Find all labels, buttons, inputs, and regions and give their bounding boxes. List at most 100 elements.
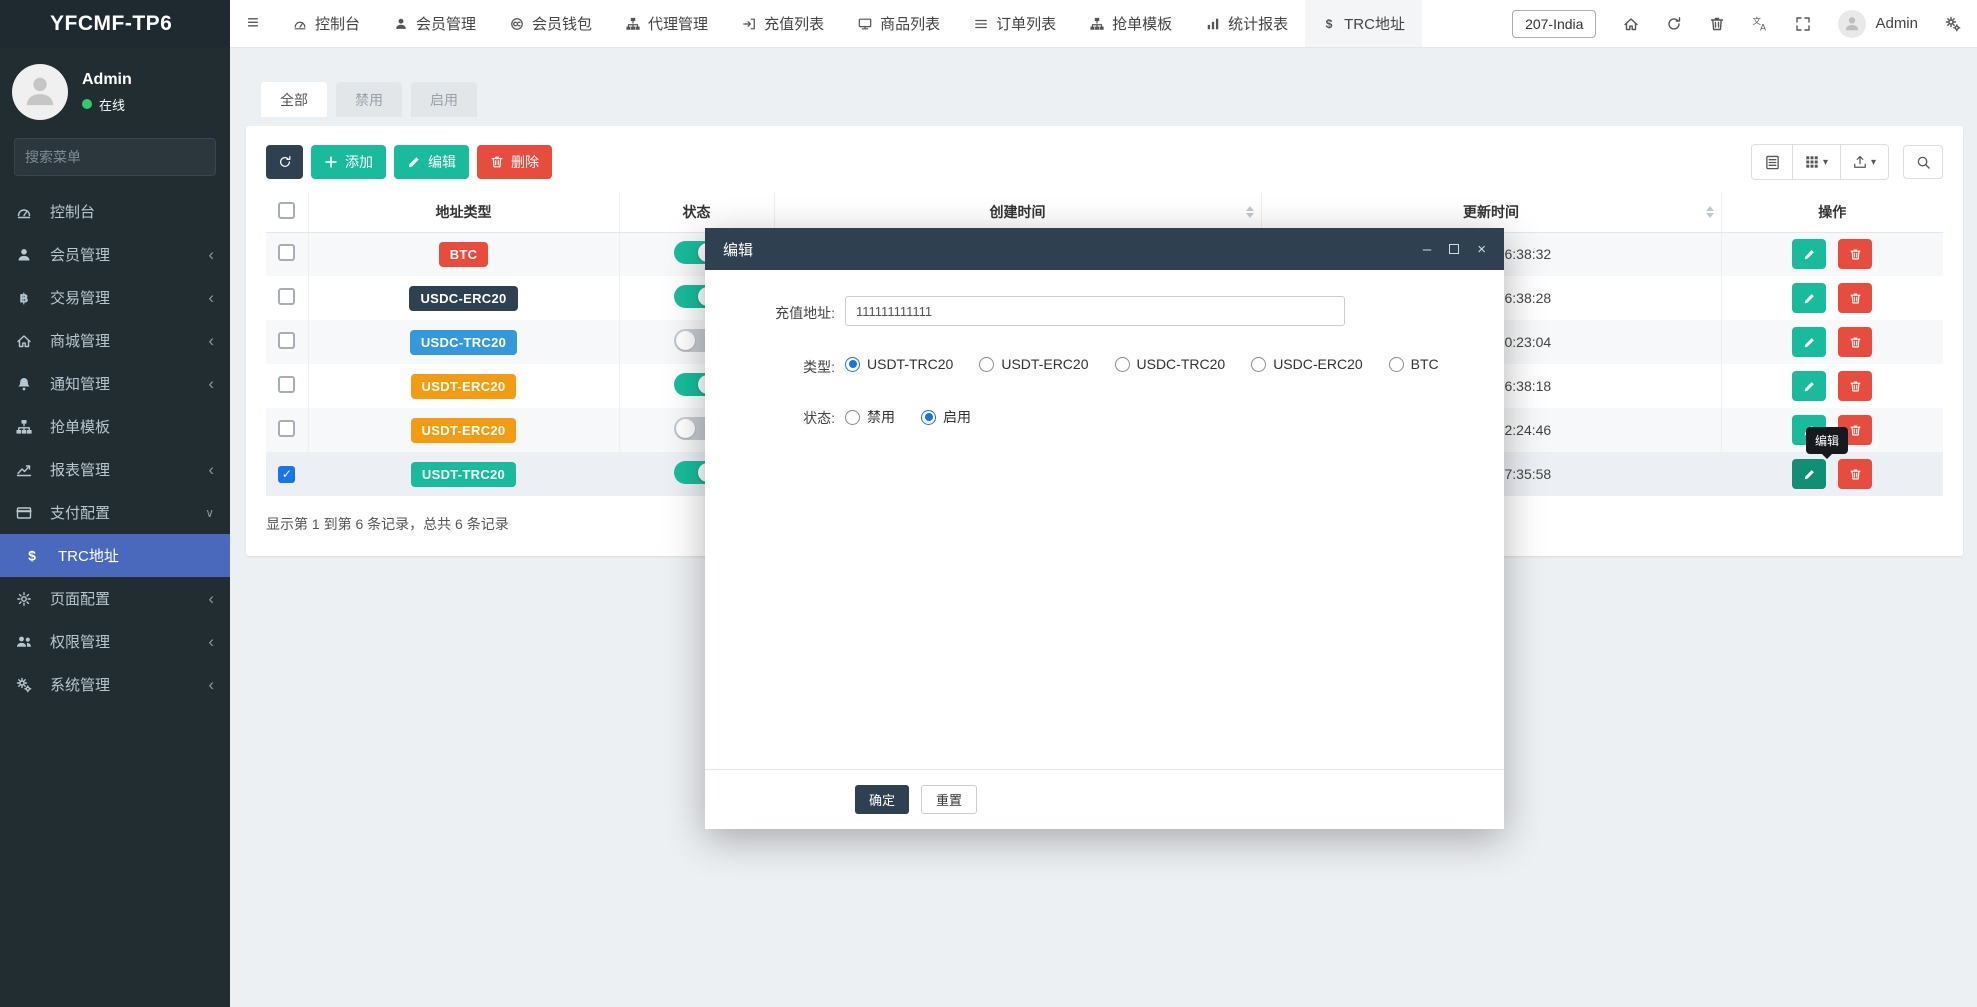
type-option-usdt-erc20[interactable]: USDT-ERC20: [979, 356, 1089, 372]
confirm-button[interactable]: 确定: [855, 785, 910, 814]
row-checkbox[interactable]: [278, 376, 296, 393]
row-checkbox[interactable]: [278, 288, 296, 305]
sidebar-item-payment-config[interactable]: 支付配置 ∨: [0, 491, 230, 534]
nav-item-member-wallet[interactable]: 会员钱包: [493, 0, 609, 47]
settings-gears-icon[interactable]: [1945, 16, 1961, 32]
type-option-usdt-trc20[interactable]: USDT-TRC20: [845, 356, 953, 372]
status-option-disabled[interactable]: 禁用: [845, 407, 895, 427]
row-edit-button[interactable]: [1792, 283, 1827, 313]
row-edit-button[interactable]: [1792, 371, 1827, 401]
nav-item-agent-mgmt[interactable]: 代理管理: [609, 0, 725, 47]
row-edit-button[interactable]: [1792, 327, 1827, 357]
fullscreen-icon[interactable]: [1795, 16, 1811, 32]
window-controls: – ×: [1423, 242, 1486, 257]
translate-icon[interactable]: [1752, 16, 1768, 32]
avatar: [12, 64, 68, 120]
card-icon: [16, 505, 40, 521]
sidebar-item-trade-mgmt[interactable]: 交易管理 ‹: [0, 276, 230, 319]
navbar-user[interactable]: Admin: [1838, 9, 1918, 38]
home-icon[interactable]: [1623, 16, 1639, 32]
region-button[interactable]: 207-India: [1512, 9, 1597, 38]
trash-icon[interactable]: [1709, 16, 1725, 32]
edit-button[interactable]: 编辑: [394, 145, 469, 179]
close-icon[interactable]: ×: [1477, 242, 1486, 257]
refresh-icon[interactable]: [1666, 16, 1682, 32]
table-search-button[interactable]: [1903, 145, 1943, 179]
minimize-icon[interactable]: –: [1423, 242, 1431, 257]
sidebar-search-input[interactable]: [25, 149, 206, 165]
nav-item-trc-address[interactable]: TRC地址: [1305, 0, 1422, 47]
select-all-checkbox[interactable]: [278, 201, 296, 219]
sidebar-item-order-grab-template[interactable]: 抢单模板: [0, 405, 230, 448]
modal-header[interactable]: 编辑 – ×: [705, 228, 1504, 270]
users-icon: [16, 634, 32, 650]
nav-item-member-mgmt[interactable]: 会员管理: [377, 0, 493, 47]
header-created[interactable]: 创建时间: [773, 192, 1261, 233]
sidebar-item-permission-mgmt[interactable]: 权限管理 ‹: [0, 620, 230, 663]
nav-item-grab-template[interactable]: 抢单模板: [1073, 0, 1189, 47]
row-checkbox[interactable]: [278, 244, 296, 262]
type-option-btc[interactable]: BTC: [1388, 356, 1439, 372]
sidebar-item-label: 会员管理: [50, 247, 111, 264]
sidebar-item-mall-mgmt[interactable]: 商城管理 ‹: [0, 319, 230, 362]
sidebar-item-label: 通知管理: [50, 376, 111, 393]
chevron-icon: ‹: [208, 460, 214, 479]
tab-disabled[interactable]: 禁用: [336, 82, 402, 117]
tab-enabled[interactable]: 启用: [411, 82, 477, 117]
sidebar-item-dashboard[interactable]: 控制台: [0, 190, 230, 233]
maximize-icon[interactable]: [1449, 244, 1460, 254]
tab-all[interactable]: 全部: [261, 82, 327, 117]
columns-button[interactable]: ▾: [1792, 145, 1840, 179]
wallet-icon: [510, 17, 524, 31]
sidebar-item-member-mgmt[interactable]: 会员管理 ‹: [0, 233, 230, 276]
reset-button[interactable]: 重置: [921, 785, 978, 814]
header-updated[interactable]: 更新时间: [1260, 192, 1721, 233]
modal-title: 编辑: [723, 241, 754, 259]
row-delete-button[interactable]: [1838, 459, 1873, 489]
radio-icon: [845, 409, 860, 425]
chevron-icon: ‹: [208, 331, 214, 350]
delete-button[interactable]: 删除: [477, 145, 552, 179]
sitemap-icon: [626, 17, 640, 31]
row-checkbox[interactable]: [278, 420, 296, 437]
radio-icon: [1388, 356, 1404, 372]
sitemap-icon: [1090, 17, 1104, 31]
detail-view-button[interactable]: [1752, 145, 1792, 179]
nav-item-deposit-list[interactable]: 充值列表: [725, 0, 841, 47]
hamburger-menu-icon[interactable]: ≡: [230, 0, 276, 47]
type-field-label: 类型:: [803, 359, 835, 375]
row-checkbox[interactable]: [278, 332, 296, 349]
deposit-address-input[interactable]: [845, 296, 1345, 326]
row-delete-button[interactable]: [1838, 239, 1873, 270]
row-delete-button[interactable]: [1838, 327, 1873, 357]
row-edit-button[interactable]: [1792, 239, 1827, 270]
row-delete-button[interactable]: [1838, 283, 1873, 313]
nav-item-dashboard[interactable]: 控制台: [276, 0, 377, 47]
top-navbar: ≡ 控制台 会员管理 会员钱包 代理管理 充值列表 商品列表 订单列表 抢单模板…: [230, 0, 1977, 48]
refresh-button[interactable]: [266, 145, 303, 179]
sitemap-icon: [16, 419, 32, 435]
address-type-badge: USDT-TRC20: [410, 461, 517, 487]
sidebar-item-trc-address[interactable]: TRC地址: [0, 534, 230, 577]
nav-item-order-list[interactable]: 订单列表: [957, 0, 1073, 47]
row-edit-button[interactable]: [1792, 459, 1827, 489]
nav-item-stats-report[interactable]: 统计报表: [1189, 0, 1305, 47]
chevron-down-icon: ▾: [1822, 156, 1829, 168]
add-button[interactable]: 添加: [311, 145, 386, 179]
radio-label: USDC-TRC20: [1136, 356, 1226, 372]
status-option-enabled[interactable]: 启用: [921, 407, 971, 427]
sidebar-item-notice-mgmt[interactable]: 通知管理 ‹: [0, 362, 230, 405]
modal-footer: 确定 重置: [705, 769, 1504, 829]
edit-tooltip: 编辑: [1806, 427, 1849, 454]
row-checkbox[interactable]: ✓: [278, 465, 296, 483]
type-option-usdc-trc20[interactable]: USDC-TRC20: [1114, 356, 1226, 372]
row-delete-button[interactable]: [1838, 371, 1873, 401]
sidebar-item-system-mgmt[interactable]: 系统管理 ‹: [0, 663, 230, 706]
sidebar-item-report-mgmt[interactable]: 报表管理 ‹: [0, 448, 230, 491]
sidebar: YFCMF-TP6 Admin 在线 控制台 会员管理 ‹ 交易管理 ‹ 商城管…: [0, 0, 230, 1007]
sidebar-item-page-config[interactable]: 页面配置 ‹: [0, 577, 230, 620]
type-option-usdc-erc20[interactable]: USDC-ERC20: [1251, 356, 1363, 372]
brand-logo: YFCMF-TP6: [0, 0, 230, 48]
export-button[interactable]: ▾: [1840, 145, 1888, 179]
nav-item-product-list[interactable]: 商品列表: [841, 0, 957, 47]
